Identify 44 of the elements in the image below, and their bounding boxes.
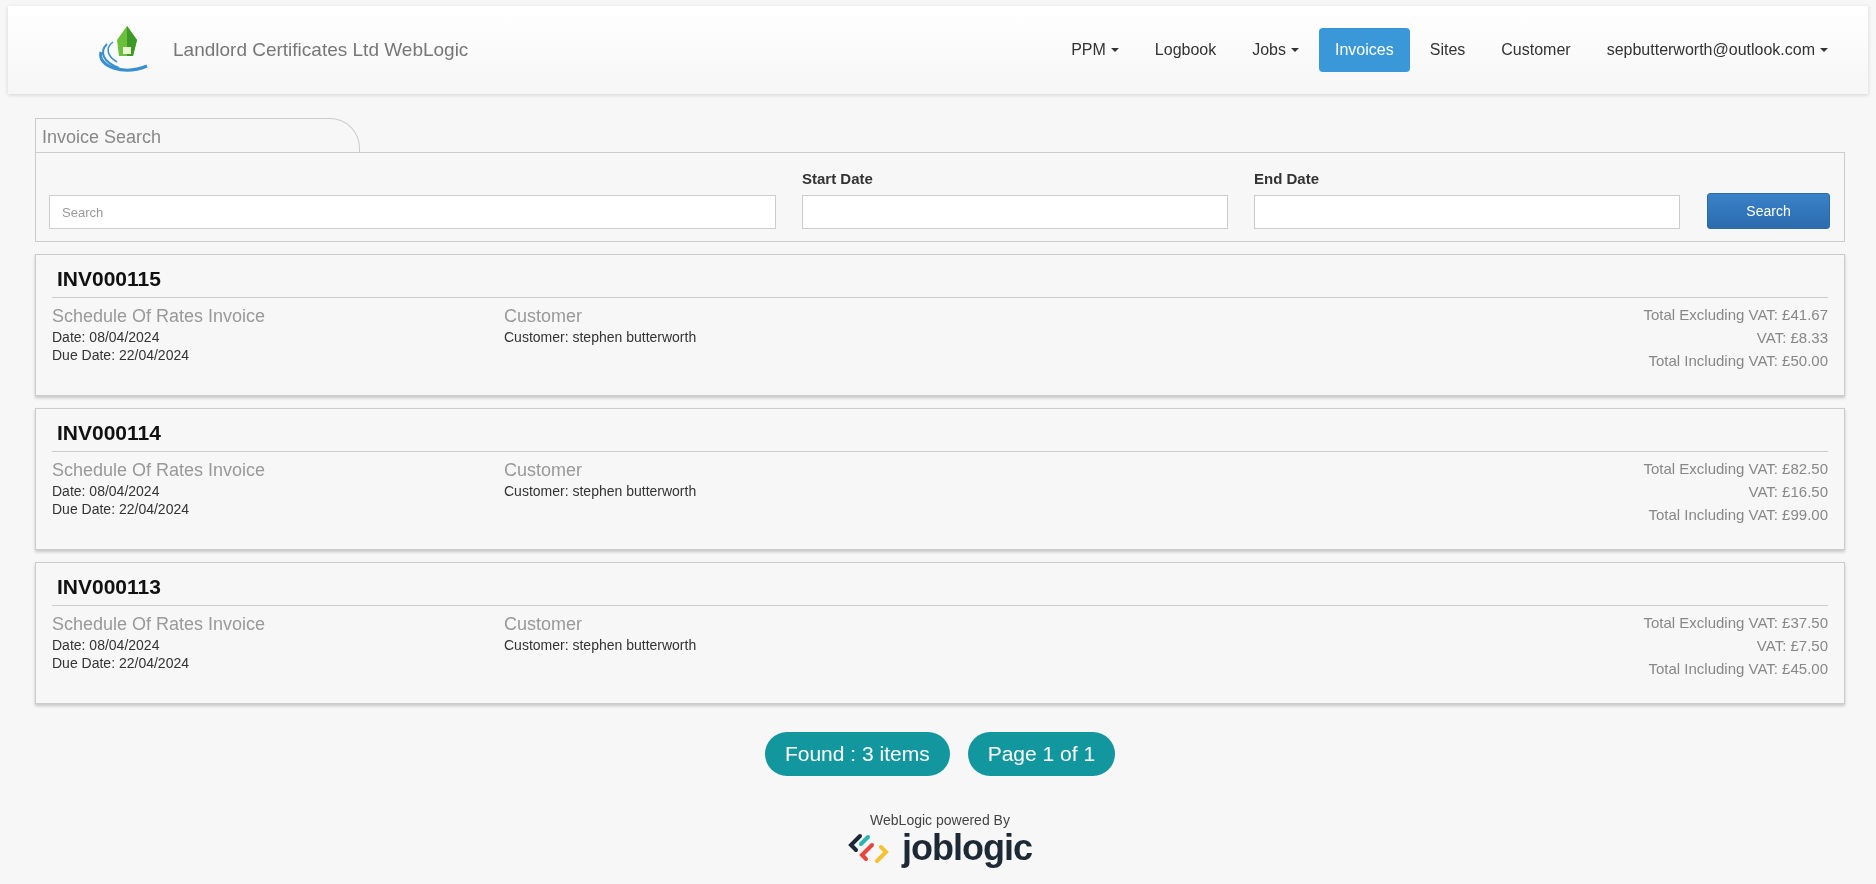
invoice-number: INV000113 bbox=[56, 575, 162, 600]
total-excluding-vat: Total Excluding VAT: £37.50 bbox=[1643, 614, 1828, 631]
total-including-vat: Total Including VAT: £50.00 bbox=[1648, 352, 1828, 369]
invoice-date: Date: 08/04/2024 bbox=[52, 483, 160, 499]
vat-amount: VAT: £16.50 bbox=[1748, 483, 1828, 500]
total-excluding-vat: Total Excluding VAT: £82.50 bbox=[1643, 460, 1828, 477]
total-including-vat: Total Including VAT: £45.00 bbox=[1648, 660, 1828, 677]
customer-name: Customer: stephen butterworth bbox=[504, 483, 697, 499]
end-date-field[interactable] bbox=[1254, 195, 1680, 229]
nav-link[interactable]: Logbook bbox=[1138, 28, 1233, 72]
invoice-category: Customer bbox=[504, 614, 583, 635]
brand-name: joblogic bbox=[902, 828, 1032, 868]
company-name: Landlord Certificates Ltd WebLogic bbox=[173, 39, 469, 61]
customer-name: Customer: stephen butterworth bbox=[504, 329, 697, 345]
field-label: Start Date bbox=[802, 170, 874, 187]
invoice-type: Schedule Of Rates Invoice bbox=[52, 306, 266, 327]
item-count: Found : 3 items bbox=[764, 732, 950, 776]
due-date: Due Date: 22/04/2024 bbox=[52, 655, 189, 671]
field-label: End Date bbox=[1254, 170, 1320, 187]
invoice-category: Customer bbox=[504, 306, 583, 327]
start-date-field[interactable] bbox=[802, 195, 1228, 229]
due-date: Due Date: 22/04/2024 bbox=[52, 347, 189, 363]
nav-link[interactable]: Customer bbox=[1485, 28, 1587, 72]
vat-amount: VAT: £8.33 bbox=[1756, 329, 1828, 346]
nav-link[interactable]: Jobs bbox=[1236, 28, 1315, 72]
page-indicator: Page 1 of 1 bbox=[967, 732, 1116, 776]
total-including-vat: Total Including VAT: £99.00 bbox=[1648, 506, 1828, 523]
invoice-number: INV000115 bbox=[56, 267, 162, 292]
search-button[interactable]: Search bbox=[1707, 193, 1830, 229]
customer-name: Customer: stephen butterworth bbox=[504, 637, 697, 653]
invoice-category: Customer bbox=[504, 460, 583, 481]
invoice-type: Schedule Of Rates Invoice bbox=[52, 614, 266, 635]
invoice-date: Date: 08/04/2024 bbox=[52, 329, 160, 345]
nav-link[interactable]: PPM bbox=[1055, 28, 1135, 72]
total-excluding-vat: Total Excluding VAT: £41.67 bbox=[1643, 306, 1828, 323]
powered-by-text: WebLogic powered By bbox=[870, 812, 1010, 828]
due-date: Due Date: 22/04/2024 bbox=[52, 501, 189, 517]
nav-link[interactable]: Sites bbox=[1413, 28, 1482, 72]
vat-amount: VAT: £7.50 bbox=[1756, 637, 1828, 654]
invoice-type: Schedule Of Rates Invoice bbox=[52, 460, 266, 481]
nav-link[interactable]: sepbutterworth@outlook.com bbox=[1590, 28, 1844, 72]
invoice-number: INV000114 bbox=[56, 421, 162, 446]
search-field[interactable]: Search bbox=[49, 195, 776, 229]
invoice-date: Date: 08/04/2024 bbox=[52, 637, 160, 653]
